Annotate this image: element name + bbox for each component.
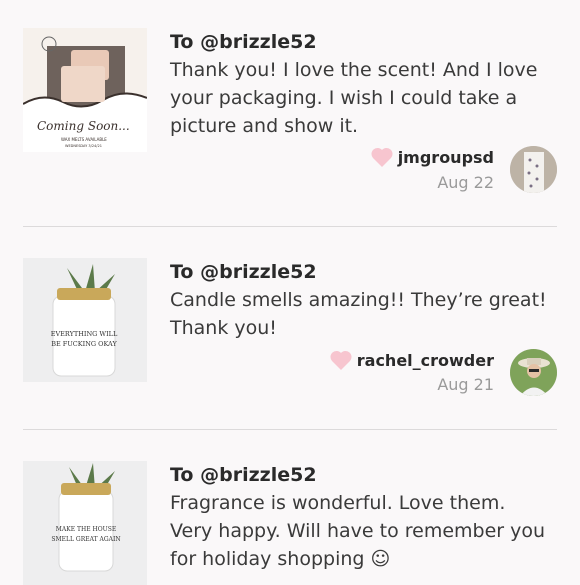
review-date: Aug 22	[437, 173, 494, 192]
candle-image: MAKE THE HOUSE SMELL GREAT AGAIN	[23, 461, 147, 585]
product-thumbnail[interactable]: EVERYTHING WILL BE FUCKING OKAY	[23, 258, 147, 382]
reviewer-username[interactable]: rachel_crowder	[357, 351, 494, 370]
candle-label-line1: EVERYTHING WILL	[51, 330, 118, 338]
candle-image: EVERYTHING WILL BE FUCKING OKAY	[23, 258, 147, 382]
divider	[23, 429, 557, 430]
review-author[interactable]: jmgroupsd	[370, 146, 494, 168]
divider	[23, 226, 557, 227]
avatar-image	[510, 146, 557, 193]
reviewer-avatar[interactable]	[510, 146, 557, 193]
review-item: EVERYTHING WILL BE FUCKING OKAY To @briz…	[0, 258, 580, 398]
product-thumbnail[interactable]: Coming Soon... WAX MELTS AVAILABLE WEDNE…	[23, 28, 147, 152]
thumb-subtext: WAX MELTS AVAILABLE	[61, 137, 107, 142]
review-recipient: To @brizzle52	[170, 31, 317, 53]
product-thumbnail[interactable]: MAKE THE HOUSE SMELL GREAT AGAIN	[23, 461, 147, 585]
review-author[interactable]: rachel_crowder	[329, 349, 494, 371]
review-comment: Fragrance is wonderful. Love them. Very …	[170, 492, 546, 570]
heart-icon	[329, 349, 353, 371]
review-recipient: To @brizzle52	[170, 261, 317, 283]
reviewer-avatar[interactable]	[510, 349, 557, 396]
candle-label-line2: SMELL GREAT AGAIN	[51, 536, 120, 543]
review-comment: Thank you! I love the scent! And I love …	[170, 59, 538, 137]
thumb-coming-soon-text: Coming Soon...	[37, 119, 130, 133]
candle-label-line1: MAKE THE HOUSE	[56, 526, 116, 533]
review-comment: Candle smells amazing!! They’re great! T…	[170, 289, 547, 339]
avatar-image	[510, 349, 557, 396]
review-feed: Coming Soon... WAX MELTS AVAILABLE WEDNE…	[0, 0, 580, 585]
review-recipient: To @brizzle52	[170, 464, 317, 486]
review-item: Coming Soon... WAX MELTS AVAILABLE WEDNE…	[0, 28, 580, 198]
review-date: Aug 21	[437, 375, 494, 394]
wax-melt-image: Coming Soon... WAX MELTS AVAILABLE WEDNE…	[23, 28, 147, 152]
candle-label-line2: BE FUCKING OKAY	[51, 340, 117, 348]
thumb-subtext2: WEDNESDAY 3/24/21	[65, 144, 102, 148]
review-item: MAKE THE HOUSE SMELL GREAT AGAIN To @bri…	[0, 461, 580, 585]
reviewer-username[interactable]: jmgroupsd	[398, 148, 494, 167]
heart-icon	[370, 146, 394, 168]
